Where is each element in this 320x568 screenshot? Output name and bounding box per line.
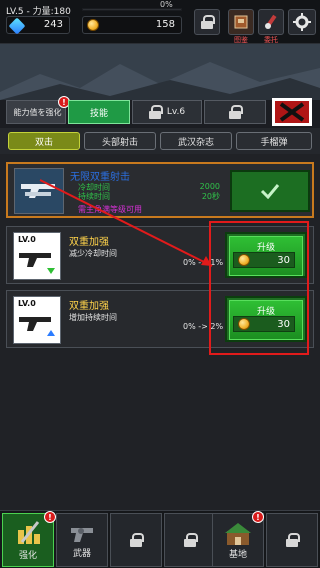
revolver-icon xyxy=(71,527,93,542)
nav-locked-1[interactable] xyxy=(110,513,162,567)
annotation-arrow xyxy=(39,179,213,267)
highlight-box xyxy=(209,221,309,355)
lock-icon xyxy=(184,533,198,547)
nav-weapons[interactable]: 武器 xyxy=(56,513,108,567)
bottom-nav: 强化 ! 武器 基地 ! xyxy=(0,510,320,568)
nav-base-label: 基地 xyxy=(228,549,247,560)
notification-badge: ! xyxy=(252,511,264,523)
nav-weapons-label: 武器 xyxy=(72,548,91,559)
nav-enhance-label: 强化 xyxy=(18,550,37,561)
nav-locked-3[interactable] xyxy=(266,513,318,567)
notification-badge: ! xyxy=(44,511,56,523)
lock-icon xyxy=(286,533,300,547)
annotation-overlay xyxy=(39,179,309,355)
nav-locked-2[interactable] xyxy=(164,513,216,567)
base-icon xyxy=(225,522,251,545)
enhance-icon xyxy=(18,520,40,544)
lock-icon xyxy=(130,533,144,547)
